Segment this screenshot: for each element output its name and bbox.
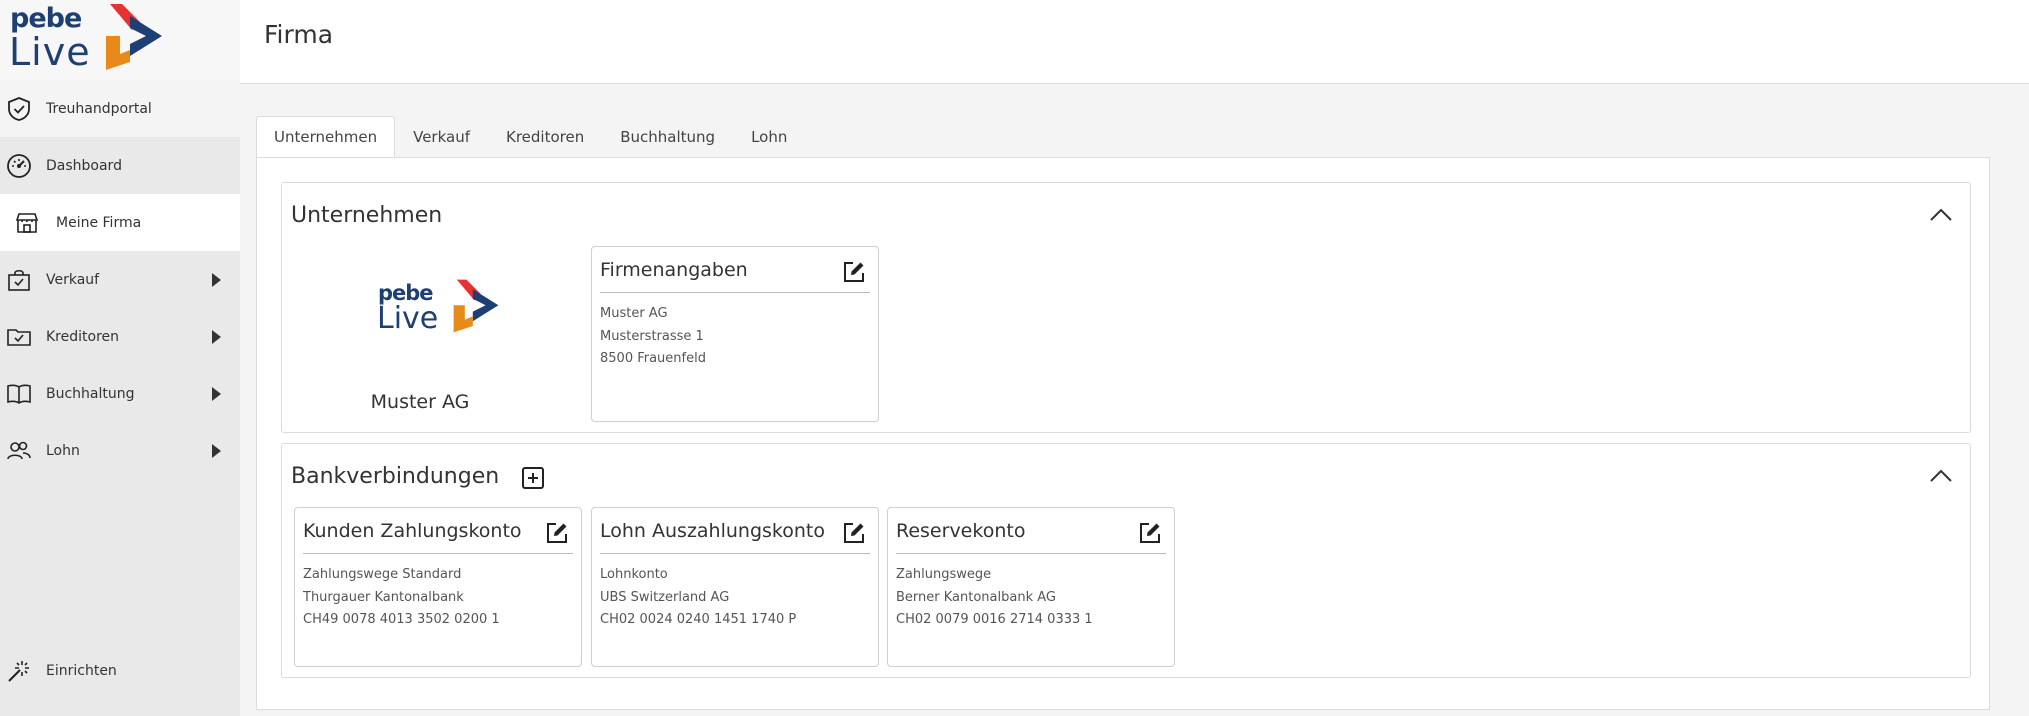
users-icon bbox=[7, 441, 31, 460]
card-line: Muster AG bbox=[600, 306, 668, 321]
section-title: Bankverbindungen bbox=[291, 464, 500, 489]
book-icon bbox=[7, 384, 31, 404]
card-title: Reservekonto bbox=[896, 520, 1026, 542]
tab-verkauf[interactable]: Verkauf bbox=[395, 116, 488, 158]
sidebar-item-label: Buchhaltung bbox=[46, 385, 135, 402]
card-line: CH49 0078 4013 3502 0200 1 bbox=[303, 612, 500, 627]
sidebar-item-verkauf[interactable]: Verkauf bbox=[0, 251, 240, 308]
card-bank-kunden-zahlungskonto: Kunden Zahlungskonto Zahlungswege Standa… bbox=[294, 507, 582, 667]
page-header: Firma bbox=[240, 0, 2029, 84]
card-line: CH02 0024 0240 1451 1740 P bbox=[600, 612, 797, 627]
card-lines: Zahlungswege Standard Thurgauer Kantonal… bbox=[303, 564, 500, 632]
sidebar-item-label: Meine Firma bbox=[56, 214, 142, 231]
card-line: Berner Kantonalbank AG bbox=[896, 589, 1056, 605]
sidebar-item-label: Einrichten bbox=[46, 662, 117, 679]
card-line: Lohnkonto bbox=[600, 567, 668, 582]
edit-icon[interactable] bbox=[842, 521, 866, 545]
card-line: 8500 Frauenfeld bbox=[600, 351, 706, 366]
card-lines: Lohnkonto UBS Switzerland AG CH02 0024 0… bbox=[600, 564, 796, 632]
company-name: Muster AG bbox=[370, 391, 470, 413]
folder-check-icon bbox=[7, 329, 31, 346]
card-title: Firmenangaben bbox=[600, 259, 748, 281]
section-unternehmen: Unternehmen pebe Live Muster AG Firmenan… bbox=[281, 182, 1971, 433]
storefront-icon bbox=[15, 213, 39, 233]
caret-right-icon bbox=[212, 387, 221, 401]
sidebar-item-lohn[interactable]: Lohn bbox=[0, 422, 240, 479]
add-bank-icon[interactable] bbox=[521, 466, 545, 490]
sidebar-item-buchhaltung[interactable]: Buchhaltung bbox=[0, 365, 240, 422]
sidebar-item-treuhandportal[interactable]: Treuhandportal bbox=[0, 80, 240, 137]
sidebar-item-meine-firma[interactable]: Meine Firma bbox=[0, 194, 240, 251]
card-line: CH02 0079 0016 2714 0333 1 bbox=[896, 612, 1093, 627]
caret-right-icon bbox=[212, 330, 221, 344]
sidebar-item-dashboard[interactable]: Dashboard bbox=[0, 137, 240, 194]
shield-check-icon bbox=[8, 97, 30, 121]
tab-kreditoren[interactable]: Kreditoren bbox=[488, 116, 602, 158]
card-line: Musterstrasse 1 bbox=[600, 328, 704, 344]
section-title: Unternehmen bbox=[291, 203, 443, 228]
sidebar-item-label: Dashboard bbox=[46, 157, 122, 174]
card-firmenangaben: Firmenangaben Muster AG Musterstrasse 1 … bbox=[591, 246, 879, 422]
card-header: Firmenangaben bbox=[600, 255, 870, 293]
company-logo-mark-icon bbox=[453, 279, 499, 333]
edit-icon[interactable] bbox=[1138, 521, 1162, 545]
tab-unternehmen[interactable]: Unternehmen bbox=[256, 116, 396, 158]
card-lines: Muster AG Musterstrasse 1 8500 Frauenfel… bbox=[600, 303, 706, 371]
card-header: Kunden Zahlungskonto bbox=[303, 516, 573, 554]
logo-mark-icon bbox=[106, 4, 162, 70]
magic-wand-icon bbox=[8, 661, 29, 682]
tab-buchhaltung[interactable]: Buchhaltung bbox=[602, 116, 733, 158]
edit-icon[interactable] bbox=[545, 521, 569, 545]
chevron-up-icon[interactable] bbox=[1930, 207, 1952, 221]
edit-icon[interactable] bbox=[842, 260, 866, 284]
app-logo[interactable]: pebe Live bbox=[0, 0, 240, 80]
sidebar-item-label: Kreditoren bbox=[46, 328, 120, 345]
card-line: Thurgauer Kantonalbank bbox=[303, 589, 464, 605]
section-bankverbindungen: Bankverbindungen Kunden Zahlungskonto Za… bbox=[281, 443, 1971, 678]
caret-right-icon bbox=[212, 273, 221, 287]
company-logo-text-live: Live bbox=[377, 301, 439, 336]
tab-content: Unternehmen pebe Live Muster AG Firmenan… bbox=[256, 157, 1990, 710]
tab-lohn[interactable]: Lohn bbox=[733, 116, 805, 158]
gauge-icon bbox=[7, 154, 31, 178]
sidebar-item-einrichten[interactable]: Einrichten bbox=[0, 642, 240, 699]
chevron-up-icon[interactable] bbox=[1930, 468, 1952, 482]
card-bank-lohn-auszahlungskonto: Lohn Auszahlungskonto Lohnkonto UBS Swit… bbox=[591, 507, 879, 667]
sidebar: pebe Live Treuhandportal Dashboard Meine… bbox=[0, 0, 240, 716]
card-line: Zahlungswege Standard bbox=[303, 567, 462, 582]
card-lines: Zahlungswege Berner Kantonalbank AG CH02… bbox=[896, 564, 1093, 632]
tab-bar: Unternehmen Verkauf Kreditoren Buchhaltu… bbox=[256, 116, 805, 158]
shopping-bag-icon bbox=[8, 269, 30, 291]
card-header: Lohn Auszahlungskonto bbox=[600, 516, 870, 554]
sidebar-item-label: Verkauf bbox=[46, 271, 100, 288]
sidebar-item-label: Treuhandportal bbox=[46, 100, 152, 117]
card-title: Lohn Auszahlungskonto bbox=[600, 520, 825, 542]
card-header: Reservekonto bbox=[896, 516, 1166, 554]
page-title: Firma bbox=[264, 20, 334, 49]
card-bank-reservekonto: Reservekonto Zahlungswege Berner Kantona… bbox=[887, 507, 1175, 667]
logo-text-live: Live bbox=[9, 30, 91, 74]
card-line: Zahlungswege bbox=[896, 567, 992, 582]
sidebar-item-kreditoren[interactable]: Kreditoren bbox=[0, 308, 240, 365]
card-title: Kunden Zahlungskonto bbox=[303, 520, 522, 542]
sidebar-item-label: Lohn bbox=[46, 442, 80, 459]
caret-right-icon bbox=[212, 444, 221, 458]
card-line: UBS Switzerland AG bbox=[600, 589, 730, 605]
